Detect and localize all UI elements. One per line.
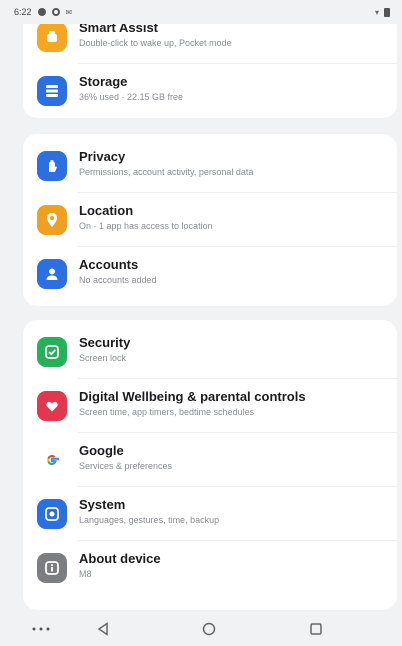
settings-item-title: Smart Assist xyxy=(79,24,158,35)
settings-item-subtitle: Permissions, account activity, personal … xyxy=(79,167,254,177)
settings-item-title: About device xyxy=(79,551,161,566)
settings-item-subtitle: Screen lock xyxy=(79,353,127,363)
settings-item-title: Security xyxy=(79,335,131,350)
settings-item-subtitle: Double-click to wake up, Pocket mode xyxy=(79,38,232,48)
smart-assist-icon xyxy=(37,24,67,52)
notification-icon xyxy=(37,8,46,16)
privacy-icon xyxy=(37,151,67,181)
settings-item-title: Privacy xyxy=(79,149,126,164)
settings-list[interactable]: Smart Assist Double-click to wake up, Po… xyxy=(0,24,402,612)
status-bar-right: ▾ xyxy=(374,7,390,17)
accounts-icon xyxy=(37,259,67,289)
settings-item-smart-assist[interactable]: Smart Assist Double-click to wake up, Po… xyxy=(23,24,397,64)
google-icon xyxy=(37,445,67,475)
settings-item-subtitle: 36% used · 22.15 GB free xyxy=(79,92,184,102)
settings-item-title: Google xyxy=(79,443,124,458)
recents-icon[interactable] xyxy=(301,614,331,644)
settings-item-google[interactable]: Google Services & preferences xyxy=(23,433,397,487)
status-bar-left: 6:22 ✉ xyxy=(14,7,72,17)
about-device-icon xyxy=(37,553,67,583)
status-time: 6:22 xyxy=(14,7,32,17)
settings-group-2: Privacy Permissions, account activity, p… xyxy=(23,134,397,306)
settings-item-system[interactable]: System Languages, gestures, time, backup xyxy=(23,487,397,541)
settings-item-title: Accounts xyxy=(79,257,139,272)
settings-item-about-device[interactable]: About device M8 xyxy=(23,541,397,595)
digital-wellbeing-icon xyxy=(37,391,67,421)
settings-item-subtitle: Screen time, app timers, bedtime schedul… xyxy=(79,407,255,417)
settings-item-title: Location xyxy=(79,203,134,218)
settings-item-title: Digital Wellbeing & parental controls xyxy=(79,389,306,404)
status-bar: 6:22 ✉ ▾ xyxy=(0,0,402,24)
settings-item-title: System xyxy=(79,497,126,512)
settings-item-digital-wellbeing[interactable]: Digital Wellbeing & parental controls Sc… xyxy=(23,379,397,433)
settings-item-subtitle: No accounts added xyxy=(79,275,157,285)
settings-item-subtitle: Services & preferences xyxy=(79,461,173,471)
storage-icon xyxy=(37,76,67,106)
system-icon xyxy=(37,499,67,529)
message-status-icon: ✉ xyxy=(65,7,73,17)
wifi-icon: ▾ xyxy=(374,7,379,17)
settings-item-security[interactable]: Security Screen lock xyxy=(23,325,397,379)
home-icon[interactable] xyxy=(194,614,224,644)
back-icon[interactable] xyxy=(88,614,118,644)
settings-item-privacy[interactable]: Privacy Permissions, account activity, p… xyxy=(23,139,397,193)
settings-item-subtitle: On · 1 app has access to location xyxy=(79,221,213,231)
settings-item-storage[interactable]: Storage 36% used · 22.15 GB free xyxy=(23,64,397,118)
security-icon xyxy=(37,337,67,367)
settings-item-accounts[interactable]: Accounts No accounts added xyxy=(23,247,397,301)
settings-item-title: Storage xyxy=(79,74,128,89)
menu-dots-icon[interactable] xyxy=(26,614,56,644)
settings-group-3: Security Screen lock Digital Wellbeing &… xyxy=(23,320,397,610)
navigation-bar xyxy=(0,612,402,646)
settings-item-subtitle: M8 xyxy=(79,569,92,579)
settings-item-location[interactable]: Location On · 1 app has access to locati… xyxy=(23,193,397,247)
battery-icon xyxy=(384,7,390,17)
settings-item-subtitle: Languages, gestures, time, backup xyxy=(79,515,220,525)
settings-status-icon xyxy=(51,8,60,16)
settings-group-1: Smart Assist Double-click to wake up, Po… xyxy=(23,24,397,118)
location-icon xyxy=(37,205,67,235)
